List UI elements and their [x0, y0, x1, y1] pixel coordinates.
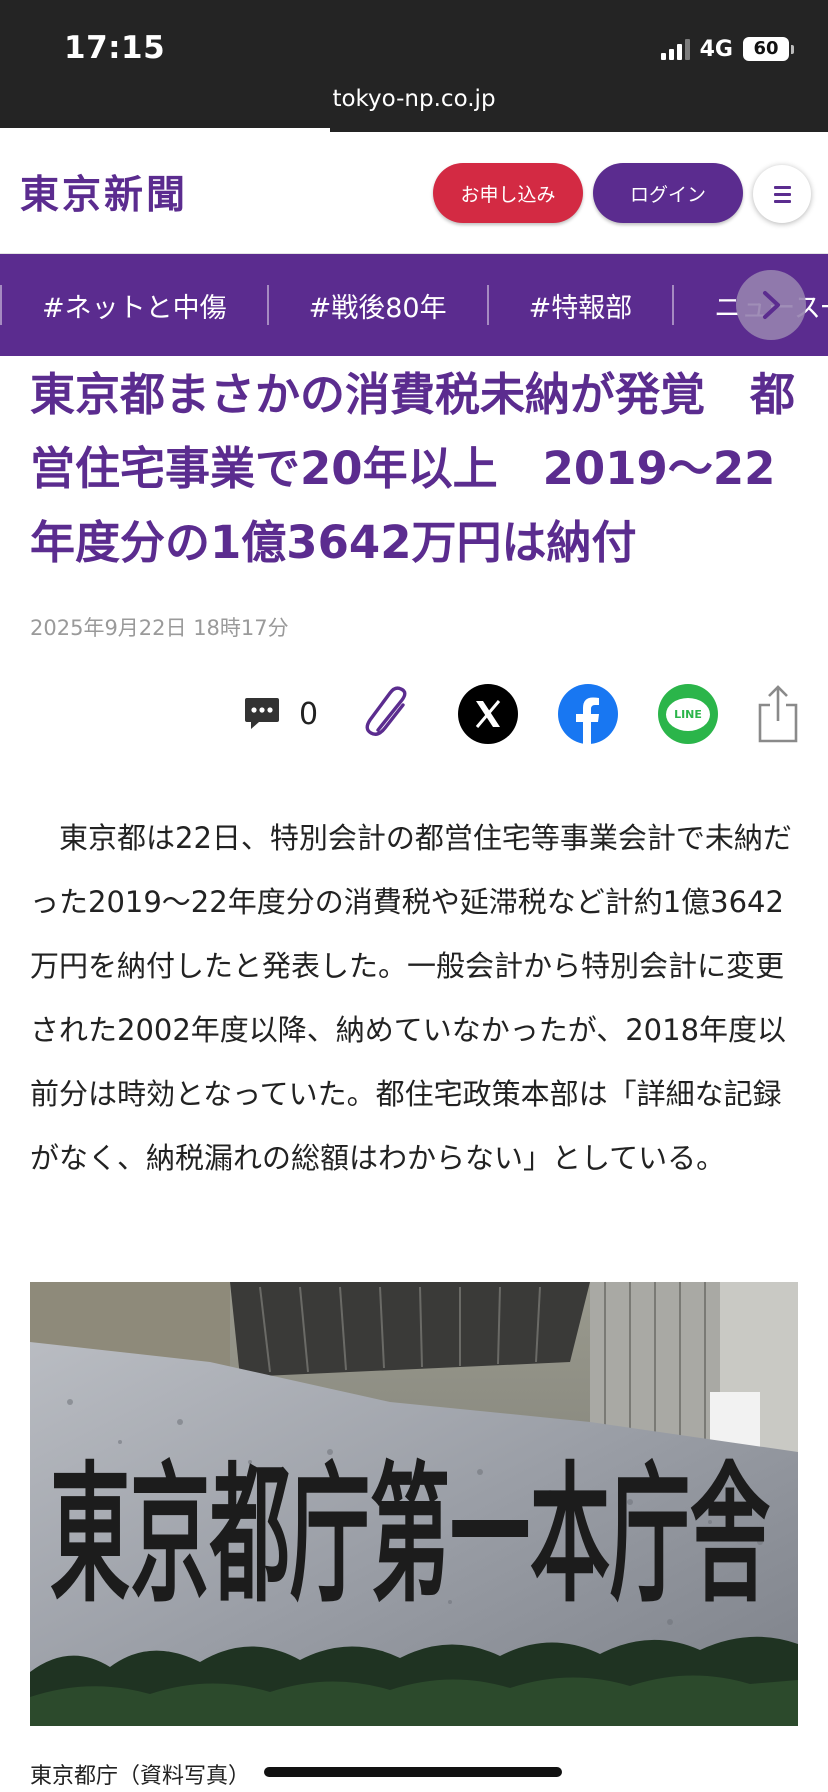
login-button[interactable]: ログイン — [593, 163, 743, 223]
comment-button[interactable]: 0 — [243, 696, 318, 732]
article-body: 東京都は22日、特別会計の都営住宅等事業会計で未納だった2019～22年度分の消… — [30, 821, 792, 1175]
topic-link[interactable]: #ネットと中傷 — [2, 286, 267, 325]
topic-track: #ネットと中傷 #戦後80年 #特報部 ニュース一 — [0, 254, 828, 356]
battery-level: 60 — [743, 37, 789, 61]
topic-link[interactable]: #戦後80年 — [269, 286, 487, 325]
home-indicator[interactable] — [264, 1767, 562, 1777]
topic-link[interactable]: #特報部 — [489, 286, 673, 325]
x-icon[interactable] — [458, 684, 518, 744]
comment-icon — [243, 696, 281, 732]
status-bar: 17:15 4G 60 tokyo-np.co.jp — [0, 0, 828, 132]
site-logo[interactable]: 東京新聞 — [20, 164, 188, 220]
signal-icon — [660, 38, 690, 60]
line-label: LINE — [666, 697, 710, 731]
hamburger-menu-icon[interactable] — [753, 165, 811, 223]
site-header: 東京新聞 お申し込み ログイン — [0, 132, 828, 254]
share-bar: 0 LINE — [0, 680, 828, 750]
facebook-icon[interactable] — [558, 684, 618, 744]
clip-icon[interactable] — [358, 684, 418, 744]
address-bar-url[interactable]: tokyo-np.co.jp — [0, 86, 828, 112]
battery-icon: 60 — [743, 37, 794, 61]
chevron-right-icon[interactable] — [736, 270, 806, 340]
line-icon[interactable]: LINE — [658, 684, 718, 744]
status-time: 17:15 — [64, 30, 166, 66]
photo-caption: 東京都庁（資料写真） — [30, 1764, 251, 1789]
subscribe-button[interactable]: お申し込み — [433, 163, 583, 223]
article-photo[interactable]: 東京都庁第一本庁舎 — [30, 1282, 798, 1726]
status-indicators: 4G 60 — [660, 34, 794, 64]
photo-inscription: 東京都庁第一本庁舎 — [50, 1447, 770, 1623]
comment-count: 0 — [299, 696, 319, 732]
article-headline: 東京都まさかの消費税未納が発覚 都営住宅事業で20年以上 2019～22年度分の… — [30, 368, 796, 569]
network-type: 4G — [699, 36, 733, 62]
article-date: 2025年9月22日 18時17分 — [30, 616, 289, 640]
topic-nav: #ネットと中傷 #戦後80年 #特報部 ニュース一 — [0, 254, 828, 356]
share-icon[interactable] — [748, 684, 808, 744]
